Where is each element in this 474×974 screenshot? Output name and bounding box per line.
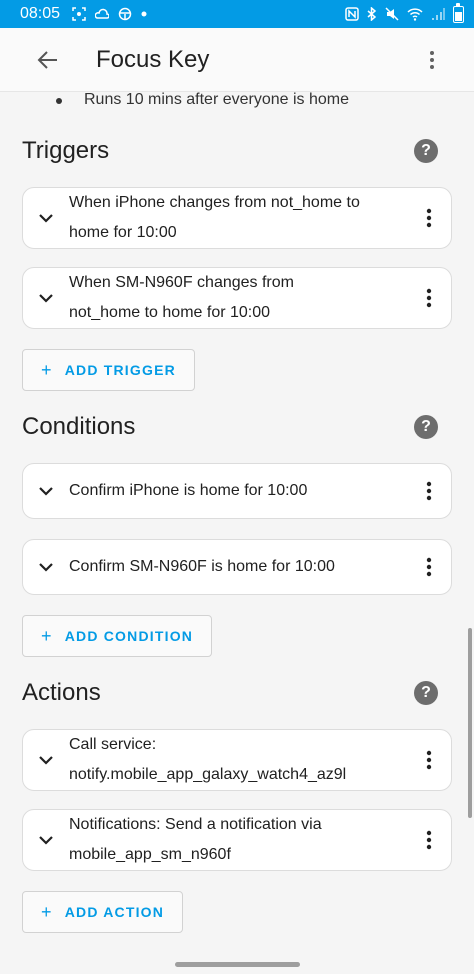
add-trigger-label: ADD TRIGGER [64,362,176,378]
triggers-title: Triggers [22,137,110,164]
condition-label: Confirm iPhone is home for 10:00 [69,482,308,499]
app-bar: Focus Key [0,28,474,92]
trigger-row[interactable]: When SM-N960F changes from not_home to ho… [22,267,452,329]
screenshot-icon [72,7,86,21]
signal-icon [432,8,445,20]
actions-header: Actions ? [22,673,452,713]
add-trigger-button[interactable]: + ADD TRIGGER [22,349,195,391]
condition-label: Confirm SM-N960F is home for 10:00 [69,558,335,575]
conditions-title: Conditions [22,413,136,440]
add-condition-button[interactable]: + ADD CONDITION [22,615,213,657]
description-item: Runs 10 mins after everyone is home [22,92,452,112]
trigger-line-1: When SM-N960F changes from [69,274,294,291]
chevron-down-icon[interactable] [37,289,55,307]
chevron-down-icon[interactable] [37,751,55,769]
action-line-1: Notifications: Send a notification via [69,816,322,833]
page-title: Focus Key [96,45,210,73]
condition-row[interactable]: Confirm SM-N960F is home for 10:00 [22,539,452,595]
bluetooth-icon [367,7,377,21]
chevron-down-icon[interactable] [37,209,55,227]
steering-icon [118,7,132,21]
help-icon[interactable]: ? [414,415,438,439]
nfc-icon [345,7,359,21]
condition-menu-button[interactable] [407,471,451,511]
more-vert-icon [426,481,432,501]
trigger-menu-button[interactable] [407,198,451,238]
triggers-header: Triggers ? [22,131,452,171]
chevron-down-icon[interactable] [37,831,55,849]
action-line-2: notify.mobile_app_galaxy_watch4_az9l [69,766,347,783]
action-menu-button[interactable] [407,820,451,860]
help-icon[interactable]: ? [414,681,438,705]
status-bar: 08:05 [0,0,474,28]
more-vert-icon [426,288,432,308]
action-line-1: Call service: [69,736,157,753]
chevron-down-icon[interactable] [37,482,55,500]
trigger-menu-button[interactable] [407,278,451,318]
trigger-line-2: home for 10:00 [69,224,177,241]
actions-title: Actions [22,679,101,706]
back-button[interactable] [30,42,66,78]
conditions-header: Conditions ? [22,407,452,447]
description-text: Runs 10 mins after everyone is home [84,91,350,108]
add-condition-label: ADD CONDITION [64,628,194,644]
condition-row[interactable]: Confirm iPhone is home for 10:00 [22,463,452,519]
trigger-line-2: not_home to home for 10:00 [69,304,271,321]
chevron-down-icon[interactable] [37,558,55,576]
condition-menu-button[interactable] [407,547,451,587]
add-action-label: ADD ACTION [64,904,165,920]
more-vert-icon [426,750,432,770]
wifi-icon [407,8,423,21]
battery-icon [453,2,464,23]
overflow-menu-button[interactable] [420,42,444,78]
action-line-2: mobile_app_sm_n960f [69,846,231,863]
plus-icon: + [41,625,53,646]
dot-icon [141,11,147,17]
plus-icon: + [41,359,53,380]
more-vert-icon [426,830,432,850]
arrow-back-icon [37,50,57,69]
action-menu-button[interactable] [407,740,451,780]
gesture-home-bar[interactable] [175,962,300,967]
help-icon[interactable]: ? [414,139,438,163]
trigger-line-1: When iPhone changes from not_home to [69,194,360,211]
scrollbar-thumb[interactable] [468,628,472,818]
action-row[interactable]: Notifications: Send a notification via mo… [22,809,452,871]
action-row[interactable]: Call service: notify.mobile_app_galaxy_wa… [22,729,452,791]
plus-icon: + [41,901,53,922]
more-vert-icon [426,208,432,228]
more-vert-icon [426,557,432,577]
cloud-icon [95,8,110,19]
trigger-row[interactable]: When iPhone changes from not_home to home… [22,187,452,249]
status-time: 08:05 [20,5,61,22]
bullet-icon [56,98,62,104]
editor-content[interactable]: Runs 10 mins after everyone is home Trig… [0,92,474,933]
add-action-button[interactable]: + ADD ACTION [22,891,184,933]
more-vert-icon [430,50,434,69]
mute-icon [385,7,399,21]
